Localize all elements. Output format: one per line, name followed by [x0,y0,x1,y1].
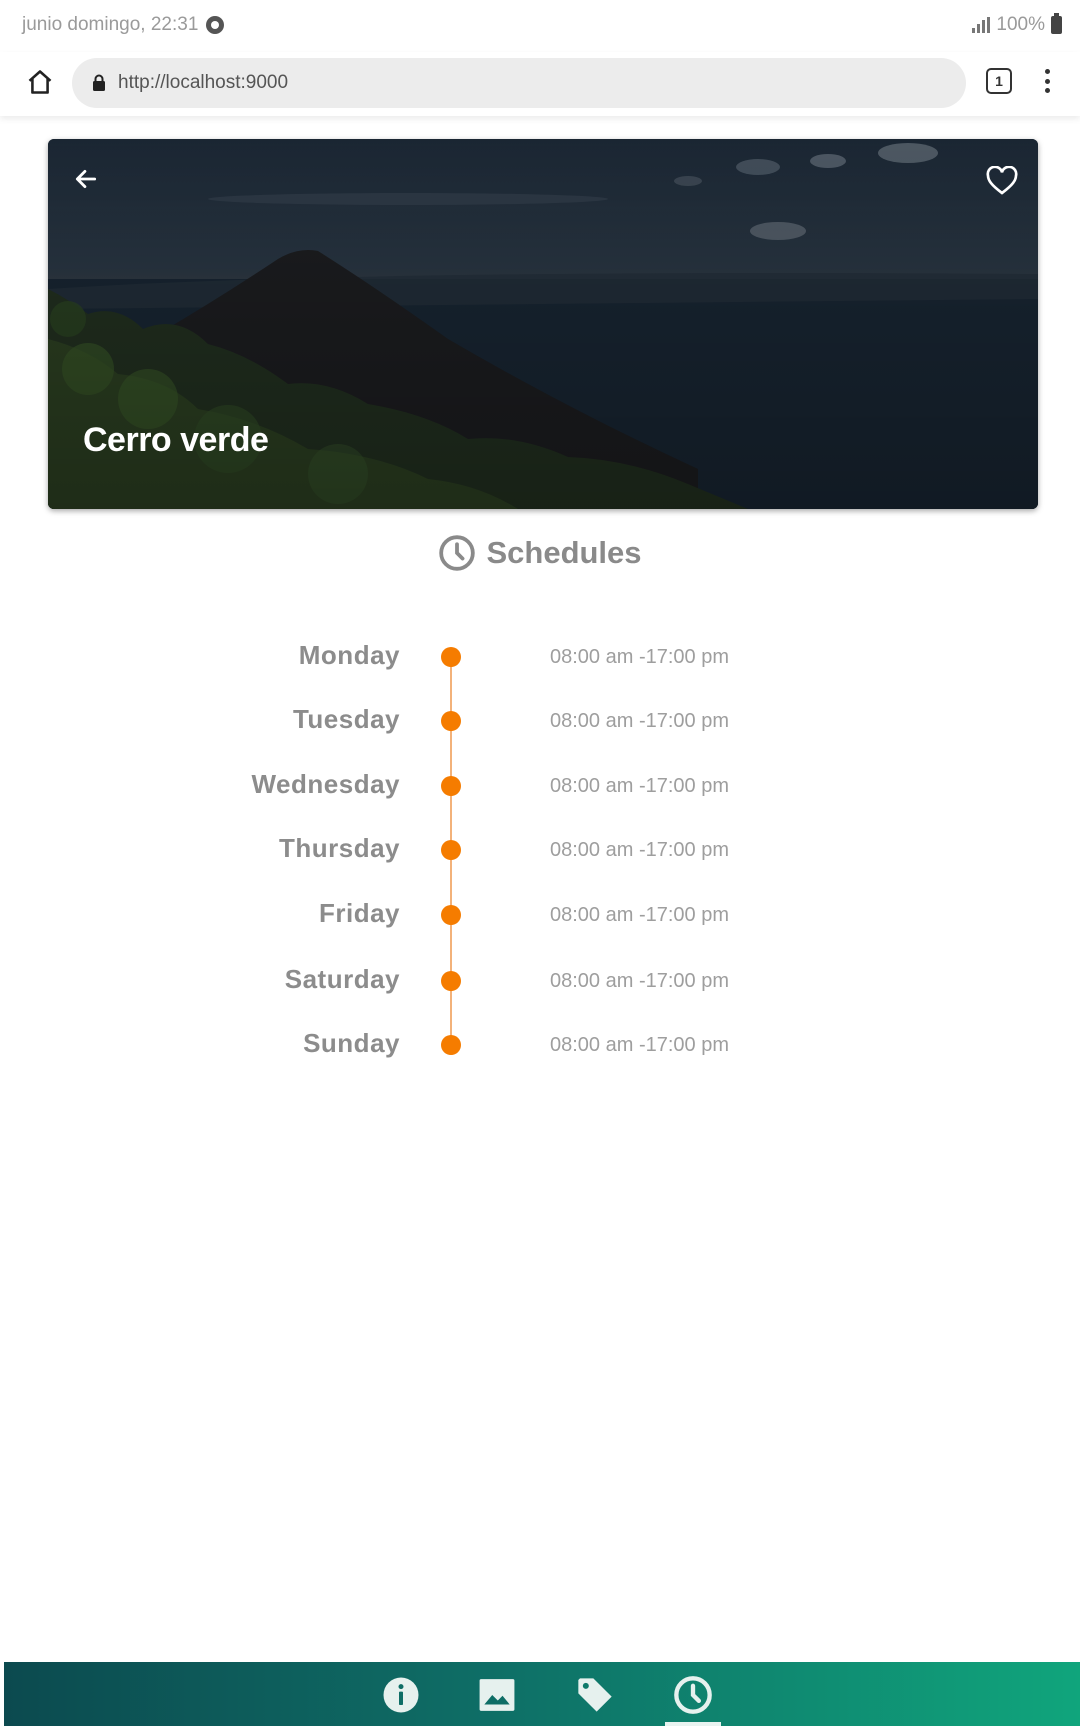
hours-label: 08:00 am -17:00 pm [550,970,729,992]
notification-icon [206,16,225,34]
timeline-dot [441,647,461,667]
day-label: Tuesday [292,704,400,734]
nav-tags[interactable] [568,1670,622,1720]
heart-icon [986,166,1018,195]
day-label: Monday [298,640,400,670]
hours-label: 08:00 am -17:00 pm [550,904,729,926]
schedules-title: Schedules [486,535,642,570]
nav-active-indicator [665,1722,721,1726]
hours-label: 08:00 am -17:00 pm [550,710,729,732]
timeline-dot [441,971,461,991]
schedule-row: Sunday 08:00 am -17:00 pm [0,1024,1080,1064]
nav-schedules[interactable] [666,1670,720,1720]
tab-switcher-button[interactable]: 1 [986,68,1012,94]
hours-label: 08:00 am -17:00 pm [550,839,729,861]
hours-label: 08:00 am -17:00 pm [550,775,729,797]
timeline-dot [441,905,461,925]
clock-icon [674,1676,712,1714]
day-label: Saturday [284,964,400,994]
home-button[interactable] [22,64,58,100]
url-field[interactable]: http://localhost:9000 [72,58,966,108]
hours-label: 08:00 am -17:00 pm [550,646,729,668]
hours-label: 08:00 am -17:00 pm [550,1034,729,1056]
home-icon [28,70,52,94]
nav-info[interactable] [374,1670,428,1720]
image-icon [479,1679,515,1711]
favorite-button[interactable] [980,159,1024,203]
url-text: http://localhost:9000 [118,72,289,93]
day-label: Friday [318,898,400,928]
schedule-row: Friday 08:00 am -17:00 pm [0,894,1080,934]
browser-menu-button[interactable] [1040,66,1054,96]
timeline-dot [441,711,461,731]
signal-icon [972,17,991,33]
tag-icon [578,1678,612,1712]
place-title: Cerro verde [83,421,269,459]
schedule-row: Monday 08:00 am -17:00 pm [0,636,1080,676]
lock-icon [93,74,105,91]
arrow-left-icon [75,170,97,188]
timeline-dot [441,840,461,860]
day-label: Sunday [303,1028,400,1058]
status-right: 100% [972,13,1062,36]
tab-count: 1 [995,73,1003,89]
schedules-heading: Schedules [0,534,1080,572]
browser-toolbar: http://localhost:9000 1 [0,52,1080,116]
nav-gallery[interactable] [470,1670,524,1720]
status-bar: junio domingo, 22:31 100% [0,0,1080,52]
battery-percent: 100% [996,14,1045,35]
status-time: junio domingo, 22:31 [22,14,199,35]
back-button[interactable] [66,159,106,199]
battery-icon [1051,13,1062,34]
day-label: Thursday [278,833,400,863]
status-left: junio domingo, 22:31 [22,14,225,36]
info-icon [383,1677,419,1713]
timeline-dot [441,776,461,796]
schedule-row: Saturday 08:00 am -17:00 pm [0,960,1080,1000]
clock-icon [439,535,476,571]
schedule-row: Thursday 08:00 am -17:00 pm [0,829,1080,869]
timeline-dot [441,1035,461,1055]
schedule-row: Wednesday 08:00 am -17:00 pm [0,765,1080,805]
schedule-row: Tuesday 08:00 am -17:00 pm [0,700,1080,740]
day-label: Wednesday [251,769,400,799]
bottom-nav [4,1662,1080,1726]
hero-card: Cerro verde [48,139,1038,509]
